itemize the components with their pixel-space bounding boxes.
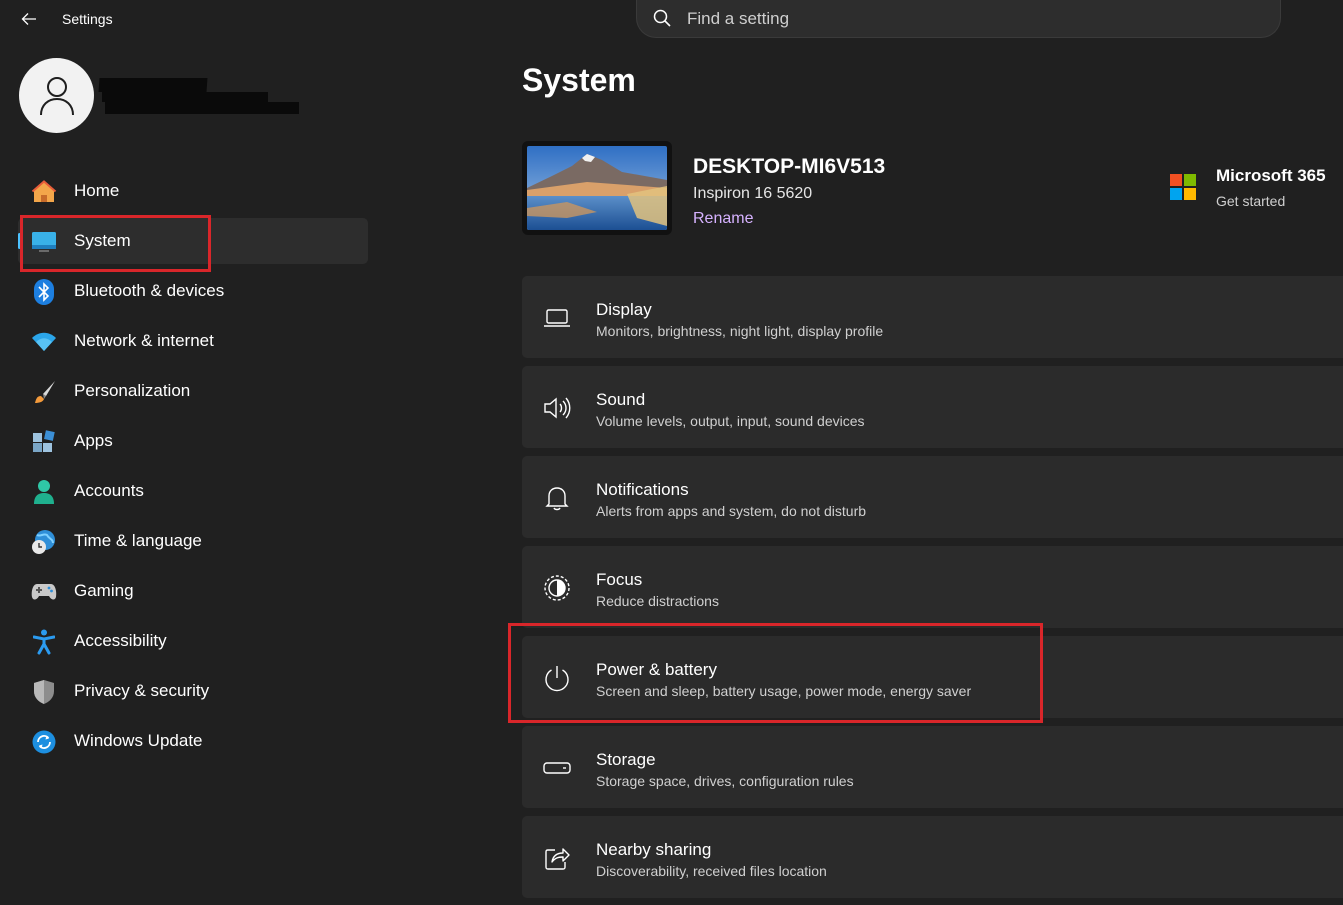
card-subtitle: Discoverability, received files location [596, 863, 827, 879]
sidebar-item-label: Privacy & security [74, 681, 210, 700]
selection-indicator [18, 233, 21, 249]
home-icon [31, 179, 57, 205]
card-subtitle: Volume levels, output, input, sound devi… [596, 413, 865, 429]
settings-card-sound[interactable]: Sound Volume levels, output, input, soun… [522, 366, 1343, 448]
title-bar: Settings [0, 0, 1343, 40]
settings-card-nearby-sharing[interactable]: Nearby sharing Discoverability, received… [522, 816, 1343, 898]
apps-icon [31, 429, 57, 455]
search-icon [653, 9, 671, 32]
sidebar-nav: Home System Bluetooth & devices Network … [18, 168, 368, 768]
page-title: System [522, 62, 636, 98]
storage-icon [542, 753, 572, 783]
sidebar-item-label: Time & language [74, 531, 202, 550]
settings-card-notifications[interactable]: Notifications Alerts from apps and syste… [522, 456, 1343, 538]
laptop-icon [542, 303, 572, 333]
app-title: Settings [62, 11, 113, 27]
redacted-user-email [102, 92, 268, 102]
sidebar-item-home[interactable]: Home [18, 168, 368, 214]
sidebar-item-label: Accounts [74, 481, 144, 500]
card-title: Nearby sharing [596, 840, 712, 859]
microsoft-365-title[interactable]: Microsoft 365 [1216, 166, 1326, 186]
settings-card-display[interactable]: Display Monitors, brightness, night ligh… [522, 276, 1343, 358]
device-wallpaper-thumbnail [522, 141, 672, 235]
rename-link[interactable]: Rename [693, 210, 753, 228]
sidebar-item-label: Apps [74, 431, 113, 450]
card-subtitle: Monitors, brightness, night light, displ… [596, 323, 884, 339]
back-arrow-icon [21, 13, 36, 25]
monitor-icon [31, 229, 57, 255]
sidebar-item-accessibility[interactable]: Accessibility [18, 618, 368, 664]
device-name: DESKTOP-MI6V513 [693, 155, 886, 178]
settings-card-focus[interactable]: Focus Reduce distractions [522, 546, 1343, 628]
sidebar-item-gaming[interactable]: Gaming [18, 568, 368, 614]
avatar[interactable] [19, 58, 94, 133]
sidebar-item-label: Network & internet [74, 331, 214, 350]
card-subtitle: Storage space, drives, configuration rul… [596, 773, 854, 789]
sidebar-item-time-language[interactable]: Time & language [18, 518, 368, 564]
shield-icon [31, 679, 57, 705]
sidebar-item-system[interactable]: System [18, 218, 368, 264]
redacted-user-name [98, 78, 208, 92]
card-subtitle: Alerts from apps and system, do not dist… [596, 503, 867, 519]
card-title: Power & battery [596, 660, 717, 679]
globe-clock-icon [31, 529, 57, 555]
speaker-icon [542, 393, 572, 423]
power-icon [542, 663, 572, 693]
bluetooth-icon [31, 279, 57, 305]
settings-card-storage[interactable]: Storage Storage space, drives, configura… [522, 726, 1343, 808]
card-title: Focus [596, 570, 643, 589]
card-subtitle: Reduce distractions [596, 593, 719, 609]
sidebar-item-label: Bluetooth & devices [74, 281, 225, 300]
sidebar-item-label: Gaming [74, 581, 134, 600]
gamepad-icon [31, 579, 57, 605]
sidebar-item-label: Windows Update [74, 731, 203, 750]
sidebar-item-network[interactable]: Network & internet [18, 318, 368, 364]
settings-list: Display Monitors, brightness, night ligh… [522, 276, 1343, 905]
sidebar-item-privacy[interactable]: Privacy & security [18, 668, 368, 714]
search-box[interactable] [636, 0, 1281, 38]
search-input[interactable] [687, 6, 1247, 32]
sidebar-item-personalization[interactable]: Personalization [18, 368, 368, 414]
sidebar-item-label: System [74, 231, 131, 250]
card-title: Sound [596, 390, 646, 409]
microsoft-365-subtitle[interactable]: Get started [1216, 193, 1285, 209]
bell-icon [542, 483, 572, 513]
sidebar-item-accounts[interactable]: Accounts [18, 468, 368, 514]
card-title: Storage [596, 750, 656, 769]
update-icon [31, 729, 57, 755]
share-icon [542, 843, 572, 873]
sidebar-item-label: Personalization [74, 381, 191, 400]
redacted-user-email [105, 102, 299, 114]
sidebar-item-bluetooth[interactable]: Bluetooth & devices [18, 268, 368, 314]
card-subtitle: Screen and sleep, battery usage, power m… [596, 683, 972, 699]
person-icon [31, 479, 57, 505]
sidebar-item-label: Home [74, 181, 120, 200]
sidebar-item-windows-update[interactable]: Windows Update [18, 718, 368, 764]
sidebar-item-apps[interactable]: Apps [18, 418, 368, 464]
brush-icon [31, 379, 57, 405]
wifi-icon [31, 329, 57, 355]
person-icon [39, 76, 74, 115]
back-button[interactable] [14, 6, 44, 32]
microsoft-logo-icon [1170, 174, 1196, 200]
card-title: Display [596, 300, 652, 319]
accessibility-icon [31, 629, 57, 655]
focus-icon [542, 573, 572, 603]
card-title: Notifications [596, 480, 689, 499]
device-model: Inspiron 16 5620 [693, 185, 813, 202]
settings-card-power-battery[interactable]: Power & battery Screen and sleep, batter… [522, 636, 1343, 718]
sidebar-item-label: Accessibility [74, 631, 167, 650]
